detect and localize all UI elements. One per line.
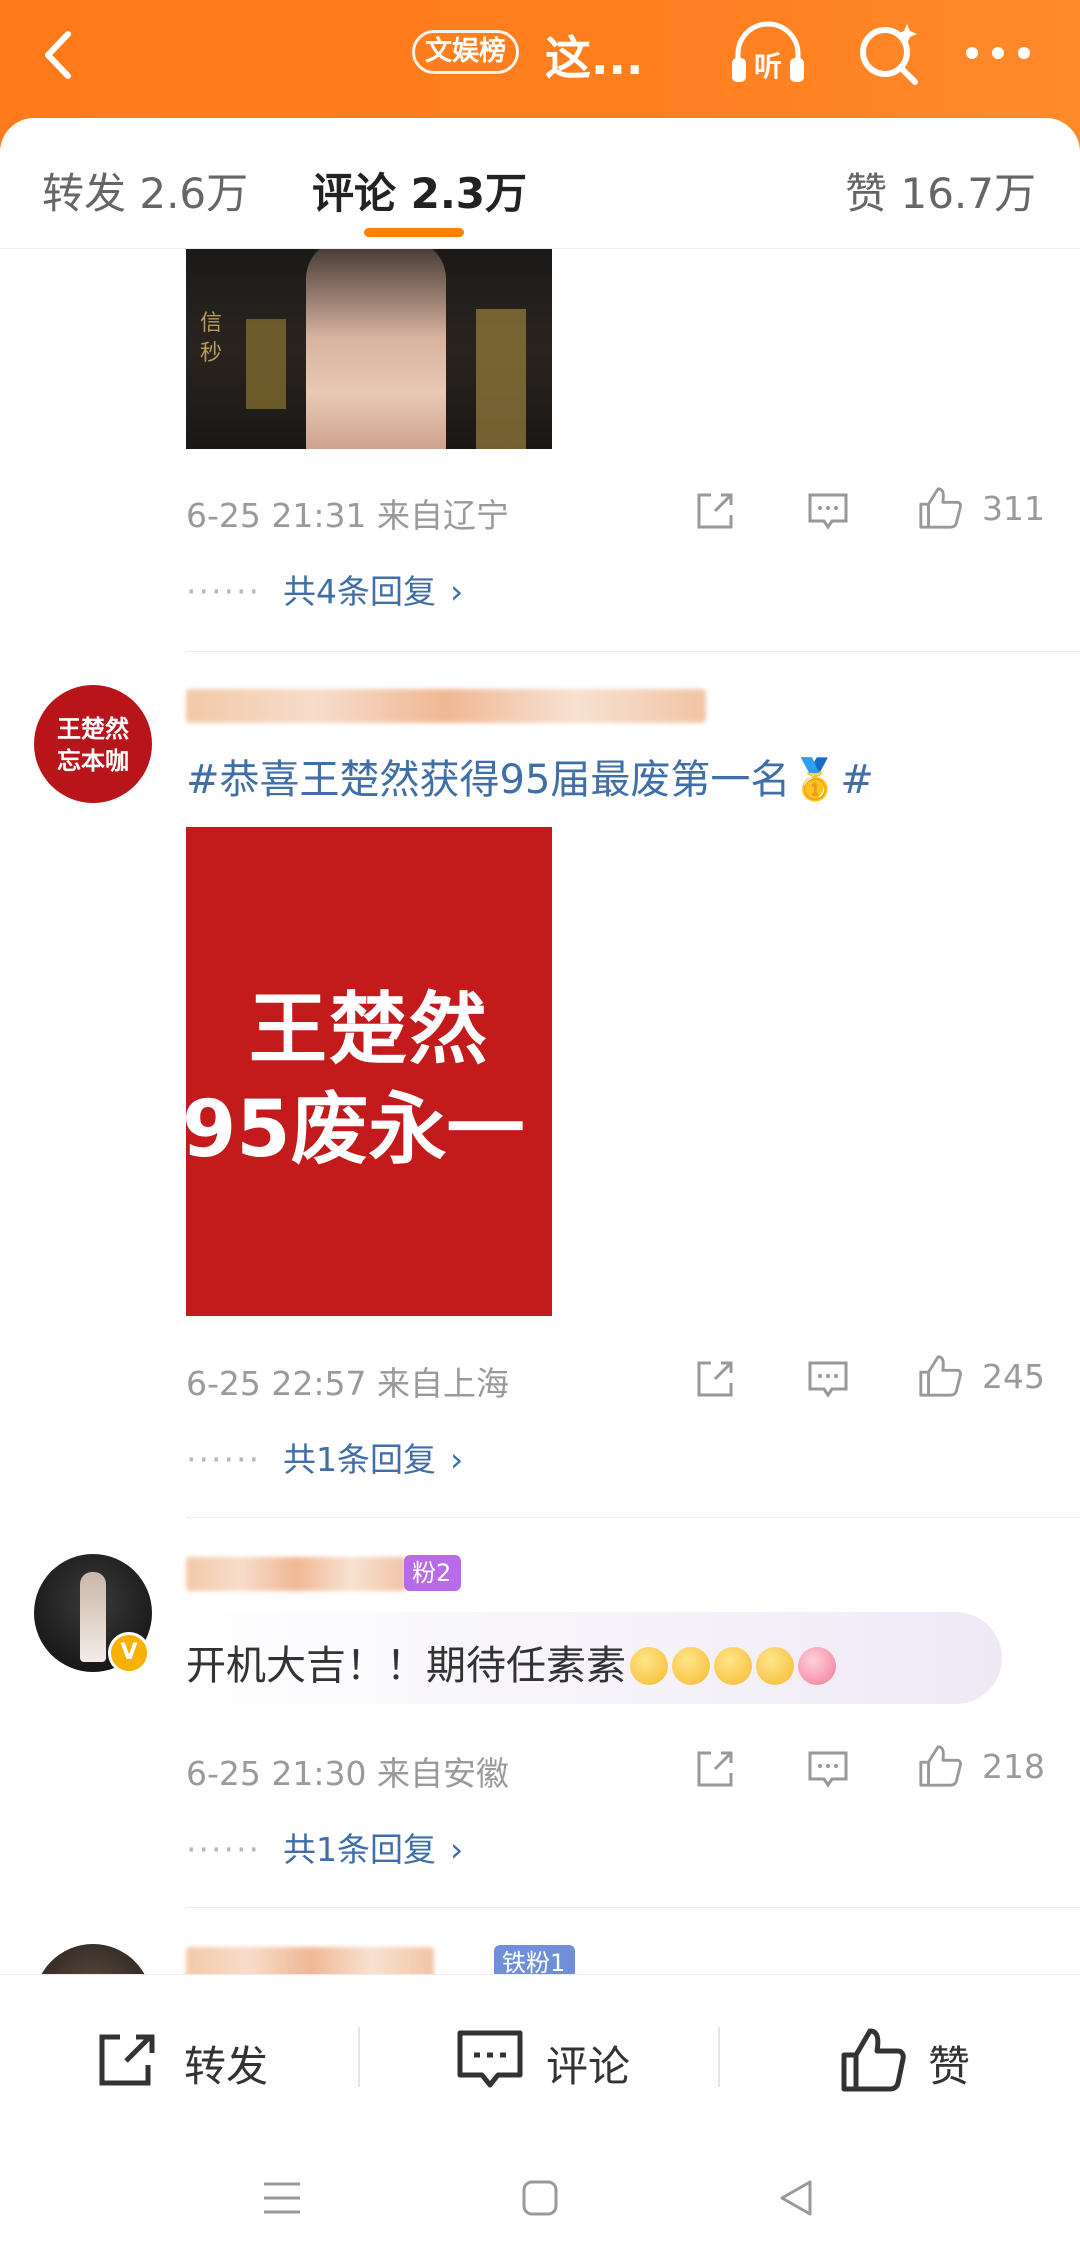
comment-label: 评论 xyxy=(546,2042,631,2091)
recent-apps-icon[interactable] xyxy=(262,2178,302,2218)
image-text-line2: 95废永一 xyxy=(182,1085,525,1175)
comment-button[interactable]: 评论 xyxy=(456,2027,656,2093)
emoji-icon xyxy=(714,1647,752,1685)
back-nav-icon[interactable] xyxy=(776,2178,816,2218)
comment-meta: 6-25 22:57 来自上海 xyxy=(186,1364,509,1403)
divider xyxy=(186,1517,1080,1518)
fan-level-badge: 粉2 xyxy=(404,1555,462,1591)
reply-count: 共1条回复 xyxy=(282,1440,436,1479)
emoji-icon xyxy=(630,1647,668,1685)
divider xyxy=(186,651,1080,652)
avatar[interactable] xyxy=(34,1944,152,1974)
more-options-icon[interactable] xyxy=(965,46,1031,60)
share-icon[interactable] xyxy=(693,1356,737,1402)
tab-like[interactable]: 赞 16.7万 xyxy=(845,160,1036,221)
search-icon[interactable] xyxy=(855,20,923,88)
image-caption: 信 秒 xyxy=(200,311,223,366)
comment-meta: 6-25 21:30 来自安徽 xyxy=(186,1754,509,1793)
reply-dots: ······ xyxy=(186,1440,261,1479)
reply-count: 共1条回复 xyxy=(282,1830,436,1869)
repost-button[interactable]: 转发 xyxy=(96,2027,296,2093)
username-blurred[interactable] xyxy=(186,1947,434,1974)
reply-count: 共4条回复 xyxy=(282,572,436,611)
share-icon[interactable] xyxy=(693,1746,737,1792)
hashtag-link[interactable]: #恭喜王楚然获得95届最废第一名🥇# xyxy=(186,757,874,803)
image-text-line1: 王楚然 xyxy=(248,985,489,1075)
comment-icon[interactable] xyxy=(806,488,850,534)
like-icon[interactable] xyxy=(916,485,964,531)
share-icon[interactable] xyxy=(693,488,737,534)
username-blurred[interactable] xyxy=(186,1557,406,1591)
comment-image[interactable]: 王楚然 95废永一 xyxy=(182,827,552,1316)
comment-icon[interactable] xyxy=(806,1356,850,1402)
like-icon[interactable] xyxy=(916,1743,964,1789)
like-label: 赞 xyxy=(928,2042,971,2091)
svg-text:听: 听 xyxy=(754,50,782,83)
comment-text: #恭喜王楚然获得95届最废第一名🥇# xyxy=(186,747,874,805)
comment-text: 开机大吉！！期待任素素 xyxy=(186,1633,836,1691)
like-icon[interactable] xyxy=(916,1353,964,1399)
like-count: 218 xyxy=(982,1747,1045,1786)
verified-badge-icon: V xyxy=(108,1632,150,1674)
comment-icon[interactable] xyxy=(806,1746,850,1792)
share-icon xyxy=(99,2034,155,2086)
like-count: 311 xyxy=(982,489,1045,528)
comment-icon xyxy=(457,2030,523,2088)
comment-meta: 6-25 21:31 来自辽宁 xyxy=(186,496,509,535)
back-arrow-icon[interactable] xyxy=(34,28,88,82)
divider xyxy=(186,1907,1080,1908)
headphones-listen-icon[interactable]: 听 xyxy=(728,18,808,88)
username-blurred[interactable] xyxy=(186,689,706,723)
emoji-icon xyxy=(672,1647,710,1685)
view-replies-link[interactable]: ······ 共4条回复 › xyxy=(186,565,463,613)
tab-strip: 转发 2.6万 评论 2.3万 赞 16.7万 xyxy=(0,118,1080,249)
rank-badge[interactable]: 文娱榜 xyxy=(412,30,519,74)
like-button[interactable]: 赞 xyxy=(840,2027,1000,2093)
page-title: 这... xyxy=(545,31,644,85)
comment-body: 开机大吉！！期待任素素 xyxy=(186,1643,626,1689)
tab-comment[interactable]: 评论 2.3万 xyxy=(312,160,527,221)
comment-feed[interactable]: 信 秒 6-25 21:31 来自辽宁 311 ······ 共4条回复 › 王楚然… xyxy=(0,249,1080,1974)
like-count: 245 xyxy=(982,1357,1045,1396)
emoji-icon xyxy=(756,1647,794,1685)
emoji-icon xyxy=(798,1647,836,1685)
separator xyxy=(358,2027,360,2087)
avatar-text-1: 王楚然 xyxy=(57,715,129,743)
view-replies-link[interactable]: ······ 共1条回复 › xyxy=(186,1433,463,1481)
system-navigation-bar xyxy=(0,2144,1080,2259)
avatar[interactable]: 王楚然 忘本咖 xyxy=(34,685,152,803)
reply-dots: ······ xyxy=(186,1830,261,1869)
reply-dots: ······ xyxy=(186,572,261,611)
home-icon[interactable] xyxy=(520,2178,560,2218)
bottom-action-bar: 转发 评论 赞 xyxy=(0,1974,1080,2145)
comment-image[interactable]: 信 秒 xyxy=(186,249,552,449)
like-icon xyxy=(841,2028,906,2092)
tab-repost[interactable]: 转发 2.6万 xyxy=(42,160,248,221)
avatar-text-2: 忘本咖 xyxy=(57,747,129,775)
active-tab-underline xyxy=(364,228,464,237)
view-replies-link[interactable]: ······ 共1条回复 › xyxy=(186,1823,463,1871)
repost-label: 转发 xyxy=(184,2042,269,2091)
separator xyxy=(718,2027,720,2087)
fan-level-badge: 铁粉1 xyxy=(494,1945,576,1974)
